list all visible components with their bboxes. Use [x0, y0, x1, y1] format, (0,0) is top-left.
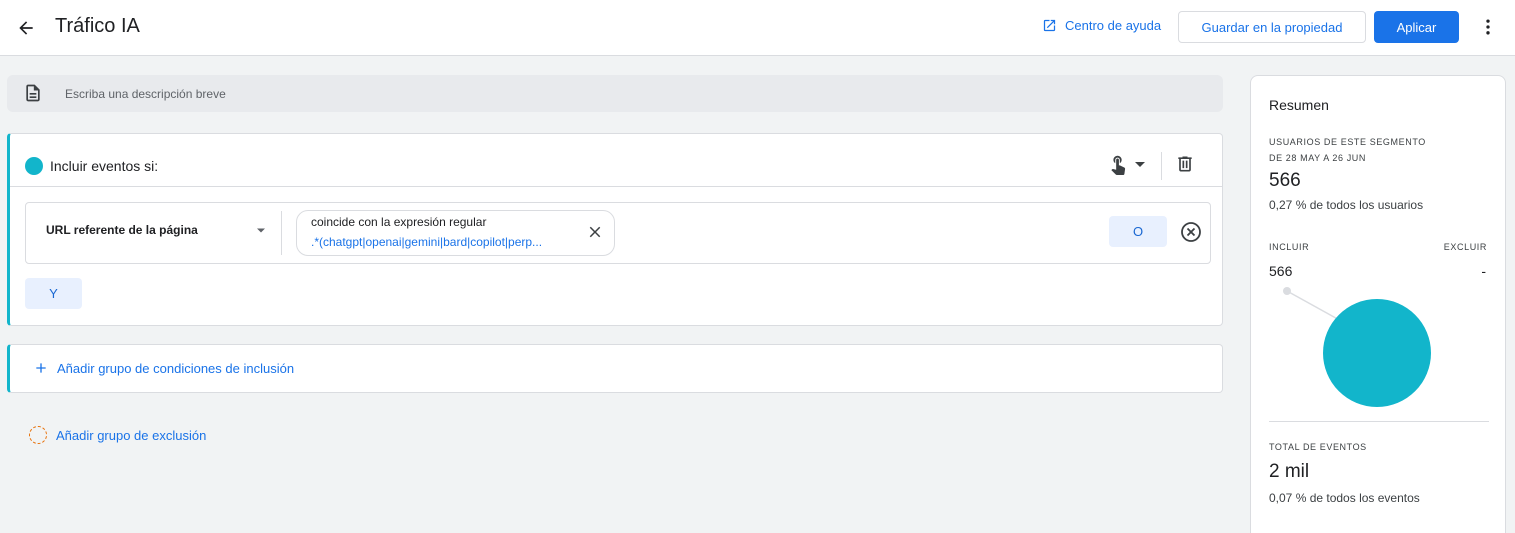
include-label: INCLUIR — [1269, 242, 1310, 252]
caret-down-icon — [1135, 162, 1145, 167]
condition-filter-chip[interactable]: coincide con la expresión regular .*(cha… — [296, 210, 615, 256]
users-percentage: 0,27 % de todos los usuarios — [1269, 198, 1424, 212]
add-inclusion-group-label: Añadir grupo de condiciones de inclusión — [57, 361, 295, 376]
and-button[interactable]: Y — [25, 278, 82, 309]
open-in-new-icon — [1043, 19, 1056, 32]
close-icon — [589, 226, 601, 238]
summary-divider — [1269, 421, 1489, 422]
top-bar: Tráfico IA Centro de ayuda Guardar en la… — [0, 0, 1515, 56]
header-divider — [1161, 152, 1162, 180]
dimension-select[interactable]: URL referente de la página — [46, 223, 266, 237]
dimension-label: URL referente de la página — [46, 223, 198, 237]
save-to-property-button[interactable]: Guardar en la propiedad — [1178, 11, 1366, 43]
events-percentage: 0,07 % de todos los eventos — [1269, 491, 1420, 505]
users-label-line2: DE 28 MAY A 26 JUN — [1269, 153, 1367, 163]
more-options-button[interactable] — [1476, 15, 1500, 39]
exclude-label: EXCLUIR — [1443, 242, 1487, 252]
page-title: Tráfico IA — [55, 15, 140, 37]
remove-condition-button[interactable] — [1179, 220, 1203, 249]
description-input[interactable] — [65, 84, 1165, 104]
regex-value: .*(chatgpt|openai|gemini|bard|copilot|pe… — [311, 235, 543, 249]
users-segment-label: USUARIOS DE ESTE SEGMENTO DE 28 MAY A 26… — [1269, 134, 1426, 166]
condition-scope-dropdown[interactable] — [1107, 153, 1145, 175]
clear-filter-button[interactable] — [586, 223, 604, 246]
events-label: TOTAL DE EVENTOS — [1269, 442, 1367, 452]
include-group-header: Incluir eventos si: — [10, 134, 1222, 187]
include-group-title: Incluir eventos si: — [50, 158, 159, 174]
users-label-line1: USUARIOS DE ESTE SEGMENTO — [1269, 137, 1426, 147]
summary-title: Resumen — [1269, 97, 1329, 113]
summary-panel: Resumen USUARIOS DE ESTE SEGMENTO DE 28 … — [1250, 75, 1506, 533]
include-exclude-pie-chart — [1283, 287, 1431, 407]
pie-leader-line — [1286, 290, 1344, 323]
exclusion-dashed-circle-icon — [29, 426, 47, 444]
users-count: 566 — [1269, 170, 1301, 191]
match-operator: coincide con la expresión regular — [311, 215, 487, 229]
pie-slice-include — [1323, 299, 1431, 407]
cancel-circle-icon — [1181, 222, 1201, 242]
add-exclusion-group-button[interactable]: Añadir grupo de exclusión — [29, 426, 206, 444]
description-bar — [7, 75, 1223, 112]
events-count: 2 mil — [1269, 461, 1310, 482]
delete-group-button[interactable] — [1175, 154, 1195, 179]
help-center-label: Centro de ayuda — [1065, 18, 1162, 33]
back-button[interactable] — [12, 14, 40, 42]
condition-row: URL referente de la página coincide con … — [25, 202, 1211, 264]
include-condition-group: Incluir eventos si: URL referente de la … — [7, 133, 1223, 326]
add-exclusion-group-label: Añadir grupo de exclusión — [56, 427, 207, 443]
or-button[interactable]: O — [1109, 216, 1167, 247]
apply-button[interactable]: Aplicar — [1374, 11, 1459, 43]
pie-leader-dot — [1283, 287, 1291, 295]
arrow-left-icon — [19, 21, 33, 35]
plus-icon — [36, 363, 46, 373]
row-divider — [281, 211, 282, 255]
document-icon — [26, 84, 40, 102]
caret-down-icon — [257, 228, 265, 233]
add-inclusion-group-button[interactable]: Añadir grupo de condiciones de inclusión — [7, 344, 1223, 393]
trash-icon — [1178, 156, 1192, 172]
more-vert-icon — [1486, 19, 1490, 35]
segment-color-dot — [25, 157, 43, 175]
touch-hand-icon — [1111, 155, 1126, 175]
help-center-link[interactable]: Centro de ayuda — [1042, 18, 1161, 33]
